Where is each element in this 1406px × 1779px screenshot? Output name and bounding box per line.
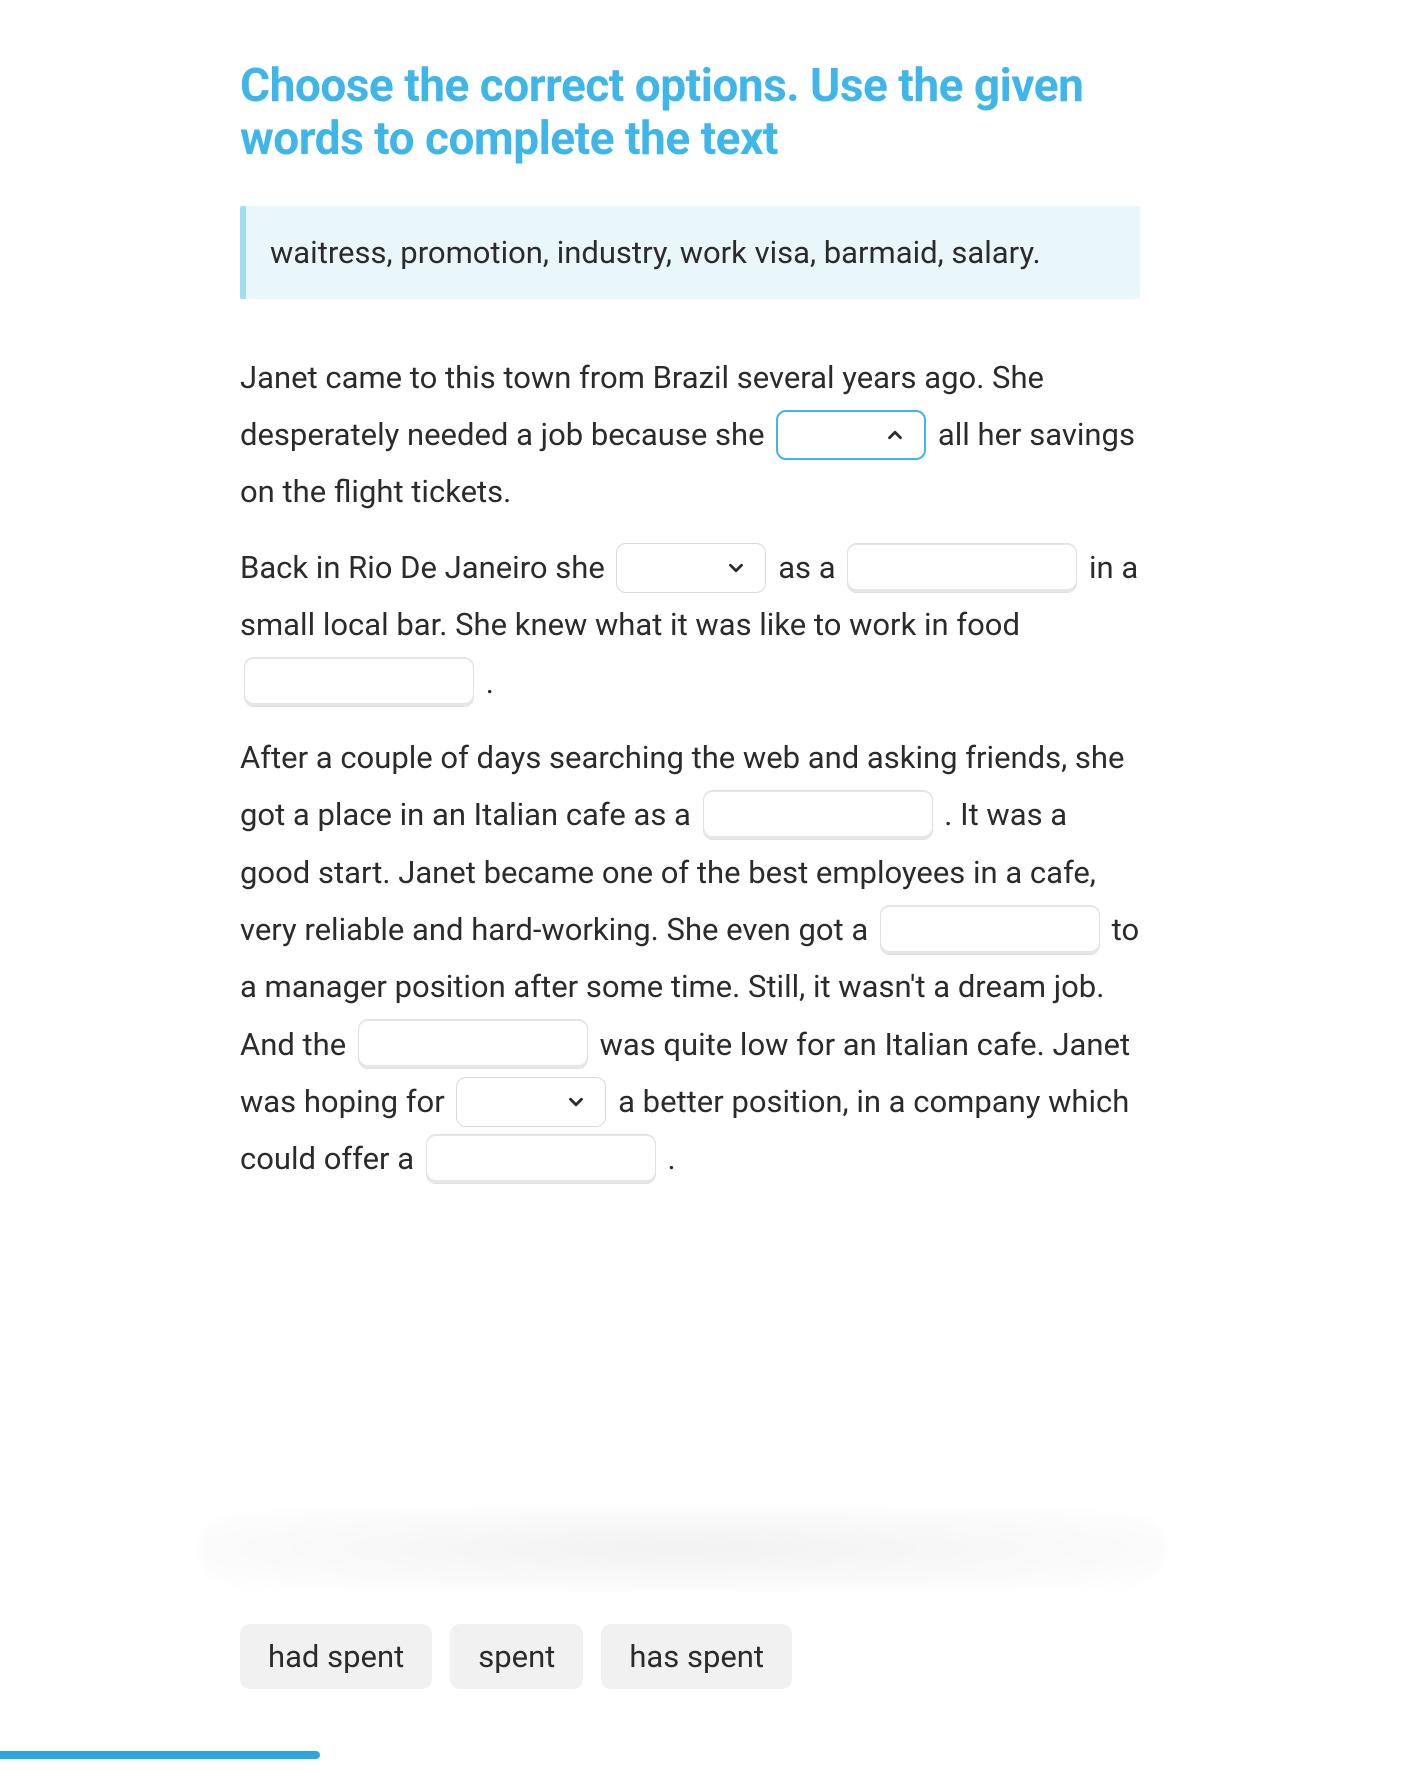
dropdown-1-verb-spent[interactable] bbox=[776, 410, 926, 460]
paragraph-1: Janet came to this town from Brazil seve… bbox=[240, 349, 1140, 521]
chevron-up-icon bbox=[884, 424, 906, 446]
text: . bbox=[667, 1140, 675, 1177]
option-spent[interactable]: spent bbox=[450, 1624, 583, 1689]
blank-input-waitress[interactable] bbox=[703, 790, 933, 840]
blank-input-promotion[interactable] bbox=[880, 905, 1100, 955]
panel-shadow bbox=[200, 1509, 1166, 1589]
blank-input-industry[interactable] bbox=[244, 657, 474, 707]
blank-input-salary[interactable] bbox=[358, 1019, 588, 1069]
blank-input-work-visa[interactable] bbox=[426, 1134, 656, 1184]
option-had-spent[interactable]: had spent bbox=[240, 1624, 432, 1689]
progress-bar bbox=[0, 1751, 320, 1759]
exercise-page: Choose the correct options. Use the give… bbox=[0, 0, 1406, 1779]
dropdown-3-verb-hoping[interactable] bbox=[456, 1077, 606, 1127]
content-column: Choose the correct options. Use the give… bbox=[240, 60, 1140, 1188]
options-row: had spent spent has spent bbox=[240, 1624, 1406, 1689]
chevron-down-icon bbox=[565, 1091, 587, 1113]
blank-input-barmaid[interactable] bbox=[847, 543, 1077, 593]
chevron-down-icon bbox=[725, 557, 747, 579]
option-has-spent[interactable]: has spent bbox=[601, 1624, 792, 1689]
text: Back in Rio De Janeiro she bbox=[240, 549, 612, 586]
passage: Janet came to this town from Brazil seve… bbox=[240, 349, 1140, 1188]
text: . bbox=[486, 664, 494, 701]
word-bank: waitress, promotion, industry, work visa… bbox=[240, 206, 1140, 299]
text: as a bbox=[778, 549, 843, 586]
exercise-title: Choose the correct options. Use the give… bbox=[240, 60, 1140, 166]
dropdown-2-verb-worked[interactable] bbox=[616, 543, 766, 593]
paragraph-2: Back in Rio De Janeiro she as a in a sma… bbox=[240, 539, 1140, 711]
paragraph-3: After a couple of days searching the web… bbox=[240, 729, 1140, 1188]
